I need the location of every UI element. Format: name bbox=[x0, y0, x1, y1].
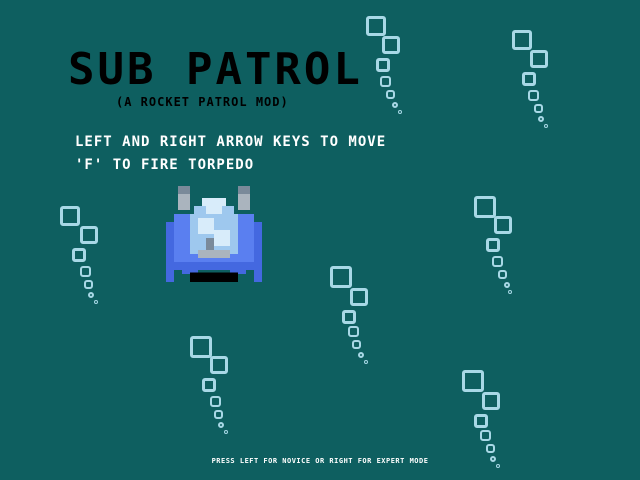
fire-instruction: 'F' TO FIRE TORPEDO bbox=[75, 157, 255, 173]
bubble-trail-icon bbox=[462, 370, 512, 470]
bubble-trail-icon bbox=[330, 266, 380, 366]
bubble-trail-icon bbox=[366, 16, 416, 116]
game-title: SUB PATROL bbox=[68, 44, 363, 95]
mode-select-prompt: PRESS LEFT FOR NOVICE OR RIGHT FOR EXPER… bbox=[211, 457, 429, 465]
bubble-trail-icon bbox=[474, 196, 524, 296]
bubble-trail-icon bbox=[190, 336, 240, 436]
bubble-trail-icon bbox=[60, 206, 110, 306]
game-subtitle: (A ROCKET PATROL MOD) bbox=[116, 95, 289, 109]
bubble-trail-icon bbox=[512, 30, 562, 130]
move-instruction: LEFT AND RIGHT ARROW KEYS TO MOVE bbox=[75, 134, 387, 150]
submarine-icon bbox=[166, 186, 262, 282]
